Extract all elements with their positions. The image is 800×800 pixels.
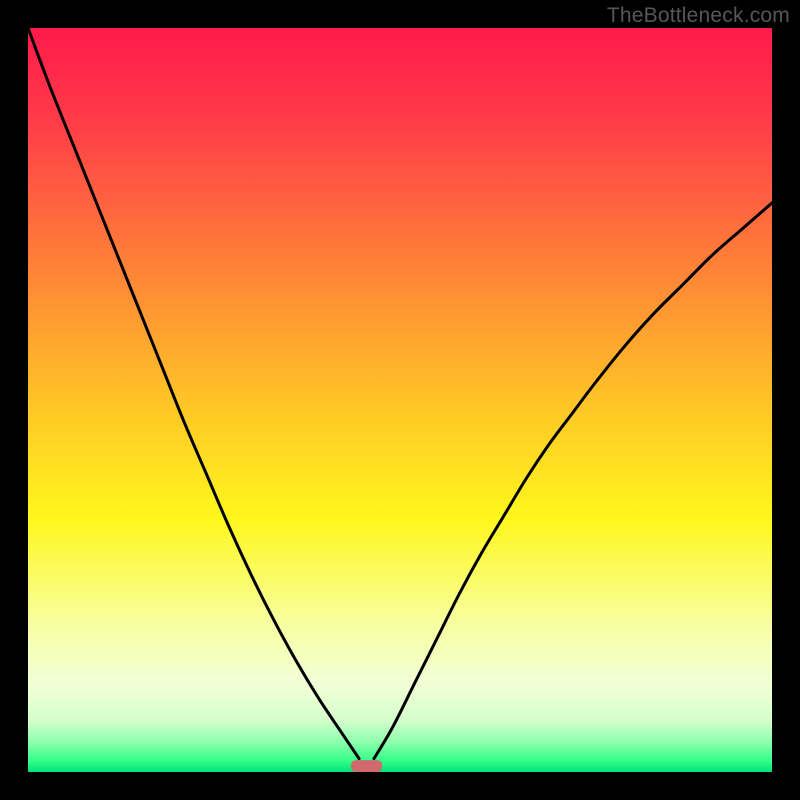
bottleneck-curve-chart: [28, 28, 772, 772]
chart-frame: [28, 28, 772, 772]
gradient-background: [28, 28, 772, 772]
bottleneck-marker: [351, 760, 382, 772]
watermark-text: TheBottleneck.com: [607, 4, 790, 28]
